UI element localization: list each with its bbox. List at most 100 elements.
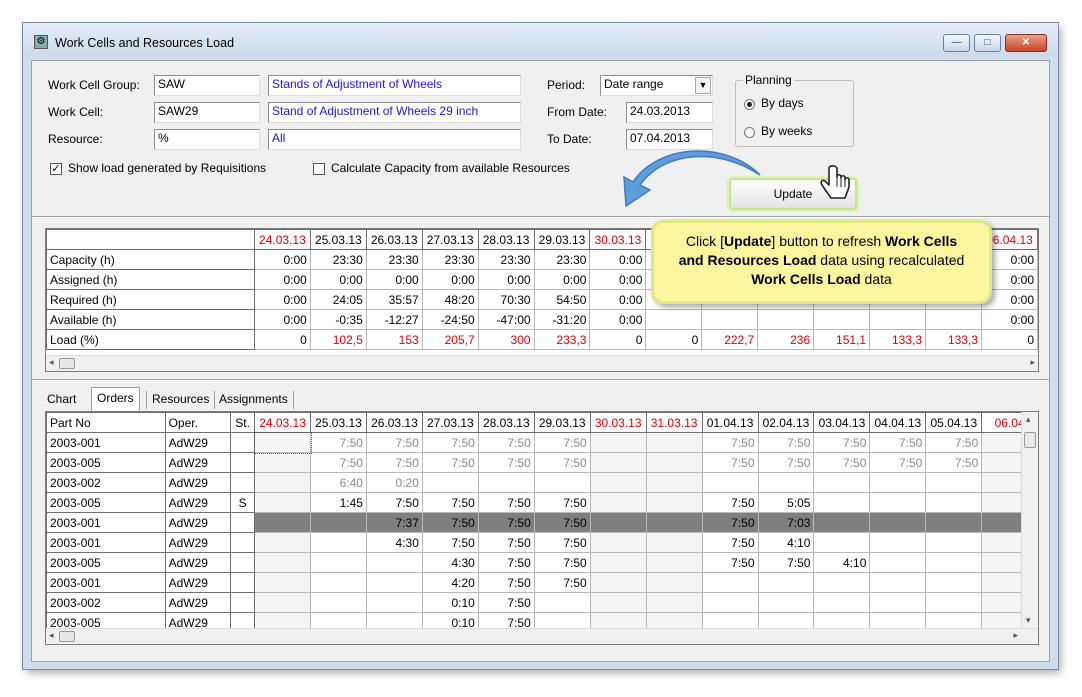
order-cell[interactable] [925,572,983,593]
work-cell-group-code-field[interactable]: SAW [154,75,260,96]
order-cell[interactable] [645,592,703,613]
load-cell[interactable]: 48:20 [421,289,479,310]
orders-vscroll[interactable]: ▴ ▾ [1021,412,1038,628]
order-cell[interactable] [701,592,759,613]
col-oper[interactable]: Oper. [164,412,232,433]
load-row[interactable]: Load (%) 0 102,5 153 205,7 300 233,3 0 0 222,7 236… [46,329,1038,350]
order-cell[interactable] [813,472,871,493]
to-date-field[interactable]: 07.04.2013 [626,129,713,150]
order-cell[interactable]: 7:50 [701,552,759,573]
order-cell[interactable] [589,472,647,493]
order-cell[interactable] [365,552,423,573]
order-cell[interactable]: 7:50 [701,512,759,533]
order-cell[interactable] [757,592,815,613]
load-cell[interactable]: 24:05 [309,289,367,310]
load-cell[interactable]: 0:00 [253,249,311,270]
load-cell[interactable]: 23:30 [309,249,367,270]
order-cell[interactable] [813,592,871,613]
order-cell[interactable]: 7:50 [533,432,591,453]
load-cell[interactable]: 70:30 [477,289,535,310]
order-cell[interactable] [310,512,367,533]
order-cell[interactable] [310,572,367,593]
status-cell[interactable] [230,572,256,593]
order-cell[interactable]: 7:50 [533,492,591,513]
order-cell[interactable]: 4:30 [421,552,479,573]
order-cell[interactable] [813,492,871,513]
order-cell[interactable] [869,512,927,533]
tab-chart[interactable]: Chart [42,389,81,409]
order-cell[interactable] [869,552,927,573]
by-weeks-radio[interactable] [744,127,755,138]
order-cell[interactable]: 7:50 [477,592,535,613]
oper-cell[interactable]: AdW29 [164,552,232,573]
order-cell[interactable] [925,532,983,553]
load-cell[interactable]: 300 [477,329,535,350]
order-cell[interactable] [254,572,312,593]
order-cell[interactable]: 7:50 [869,432,927,453]
order-cell[interactable] [589,512,647,533]
order-cell[interactable] [869,532,927,553]
order-cell[interactable]: 7:50 [310,452,367,473]
order-cell[interactable]: 4:20 [421,572,479,593]
oper-cell[interactable]: AdW29 [164,572,232,593]
load-cell[interactable]: -31:20 [533,309,591,330]
load-cell[interactable]: 0 [253,329,311,350]
load-cell[interactable]: 54:50 [533,289,591,310]
order-cell[interactable]: 4:10 [813,552,871,573]
order-cell[interactable]: 7:50 [701,432,759,453]
work-cell-code-field[interactable]: SAW29 [154,102,260,123]
order-cell[interactable]: 7:50 [365,452,423,473]
order-cell[interactable]: 7:03 [757,512,815,533]
order-row[interactable]: 2003-005 AdW29 7:50 7:50 7:50 7:50 7:50 7:50 7:5… [46,452,1038,473]
order-row[interactable]: 2003-001 AdW29 4:20 7:50 7:50 [46,572,1038,593]
work-cell-desc-field[interactable]: Stand of Adjustment of Wheels 29 inch [268,102,521,123]
order-cell[interactable]: 7:50 [365,492,423,513]
load-date-header[interactable]: 25.03.13 [309,229,367,250]
order-cell[interactable]: 7:50 [813,452,871,473]
order-cell[interactable] [254,592,312,613]
order-cell[interactable] [645,552,703,573]
load-cell[interactable]: 0:00 [253,289,311,310]
part-no-cell[interactable]: 2003-001 [46,532,166,553]
load-cell[interactable]: 153 [365,329,423,350]
order-cell[interactable]: 7:50 [757,452,815,473]
oper-cell[interactable]: AdW29 [164,532,232,553]
scroll-left-icon[interactable]: ◂ [49,630,54,641]
order-cell[interactable] [589,572,647,593]
load-cell[interactable]: 23:30 [533,249,591,270]
orders-date-header[interactable]: 01.04.13 [701,412,759,433]
load-cell[interactable] [757,309,815,330]
order-cell[interactable] [757,572,815,593]
order-cell[interactable]: 0:20 [365,472,423,493]
show-load-checkbox[interactable]: ✓ [50,163,62,175]
order-cell[interactable] [533,592,591,613]
load-cell[interactable]: 0:00 [589,269,647,290]
order-cell[interactable] [925,492,983,513]
load-cell[interactable]: -12:27 [365,309,423,330]
load-cell[interactable] [701,309,759,330]
order-cell[interactable]: 7:50 [421,532,479,553]
order-cell[interactable]: 7:50 [477,552,535,573]
load-cell[interactable]: -0:35 [309,309,367,330]
order-cell[interactable] [645,432,703,453]
order-cell[interactable] [589,532,647,553]
orders-date-header[interactable]: 25.03.13 [310,412,367,433]
order-cell[interactable]: 4:30 [365,532,423,553]
order-cell[interactable]: 1:45 [310,492,367,513]
order-cell[interactable] [701,572,759,593]
load-cell[interactable]: 0:00 [589,249,647,270]
order-cell[interactable] [925,472,983,493]
order-row[interactable]: 2003-002 AdW29 0:10 7:50 [46,592,1038,613]
orders-date-header[interactable]: 30.03.13 [589,412,647,433]
work-cell-group-desc-field[interactable]: Stands of Adjustment of Wheels [268,75,521,96]
order-cell[interactable] [589,432,647,453]
order-cell[interactable] [310,592,367,613]
scroll-right-icon[interactable]: ▸ [1013,630,1018,641]
calc-capacity-checkbox[interactable] [313,163,325,175]
order-cell[interactable]: 7:37 [365,512,423,533]
order-cell[interactable]: 7:50 [477,572,535,593]
order-row[interactable]: 2003-001 AdW29 7:37 7:50 7:50 7:50 7:50 7:03 [46,512,1038,533]
status-cell[interactable] [230,532,256,553]
orders-date-header[interactable]: 31.03.13 [645,412,703,433]
load-cell[interactable] [869,309,926,330]
